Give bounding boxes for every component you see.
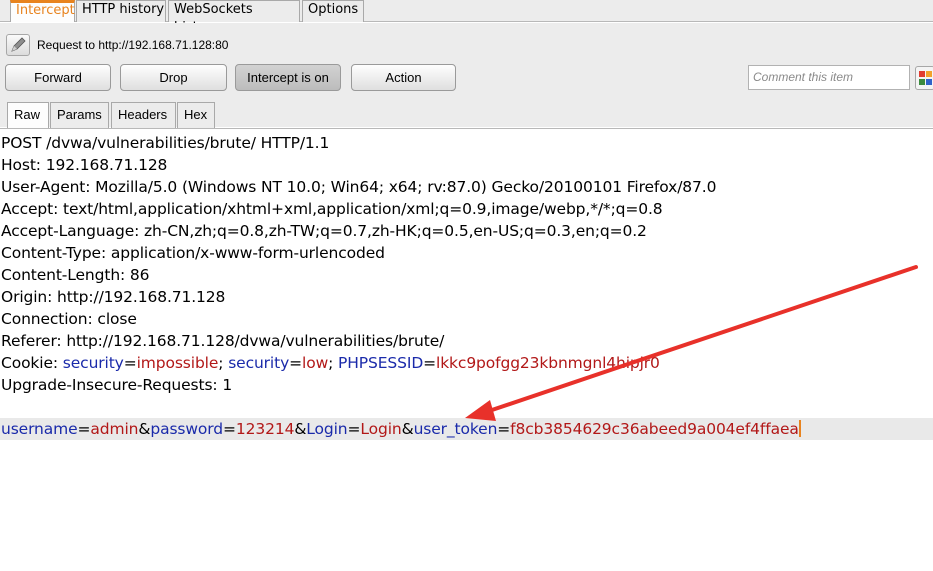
annotation-arrow-icon bbox=[465, 265, 918, 421]
